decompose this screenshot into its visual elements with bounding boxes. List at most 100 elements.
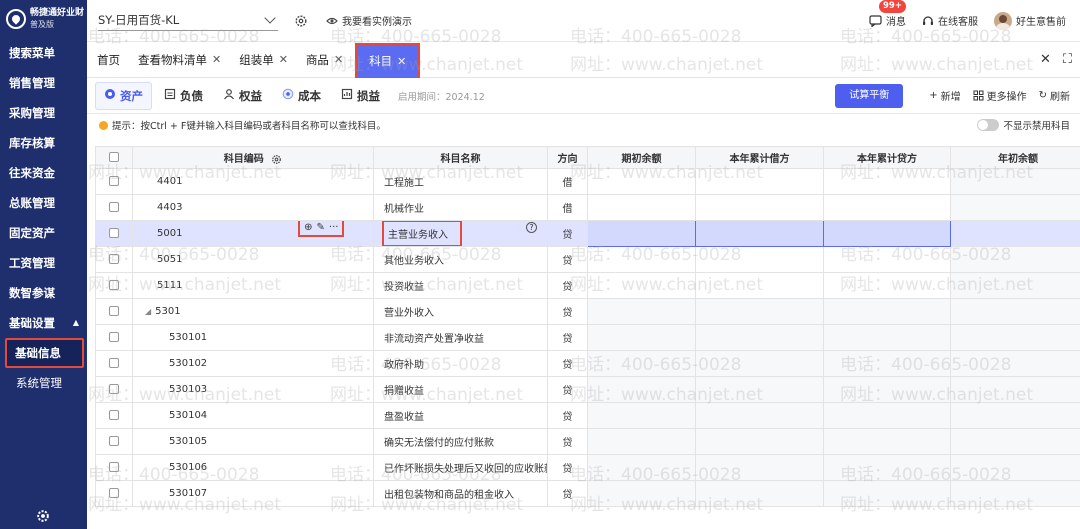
row-checkbox[interactable] bbox=[109, 202, 119, 212]
sidebar-item[interactable]: 数智参谋 bbox=[0, 278, 87, 308]
fullscreen-icon[interactable]: ⛶ bbox=[1063, 52, 1072, 67]
sidebar-item[interactable]: 销售管理 bbox=[0, 68, 87, 98]
close-icon[interactable]: ✕ bbox=[1040, 52, 1051, 67]
sidebar-subitem[interactable]: 基础信息 bbox=[5, 338, 84, 368]
table-row[interactable]: 5111 投资收益 贷 bbox=[95, 272, 1080, 299]
sidebar-subitem[interactable]: 系统管理 bbox=[0, 368, 87, 398]
name-cell[interactable]: 确实无法偿付的应付账款 bbox=[373, 428, 548, 455]
row-checkbox[interactable] bbox=[109, 410, 119, 420]
table-row[interactable]: 530105 确实无法偿付的应付账款 贷 bbox=[95, 428, 1080, 455]
table-row[interactable]: 530101 非流动资产处置净收益 贷 bbox=[95, 324, 1080, 351]
category-tab[interactable]: 成本 bbox=[274, 82, 329, 110]
page-tab[interactable]: 科目 ✕ bbox=[355, 43, 421, 79]
sidebar-item[interactable]: 基础设置 ▲ bbox=[0, 308, 87, 338]
code-cell[interactable]: 530107 bbox=[132, 480, 374, 507]
name-cell[interactable]: 已作坏账损失处理后又收回的应收账款 bbox=[373, 454, 548, 481]
messages-button[interactable]: 99+ 消息 bbox=[869, 0, 906, 28]
code-cell[interactable]: 530101 bbox=[132, 324, 374, 351]
user-menu[interactable]: 好生意售前 bbox=[994, 11, 1066, 30]
add-child-icon[interactable]: ⊕ bbox=[304, 222, 312, 233]
help-icon[interactable]: ? bbox=[526, 222, 537, 233]
name-cell[interactable]: 盘盈收益 bbox=[373, 402, 548, 429]
sidebar-item[interactable]: 总账管理 bbox=[0, 188, 87, 218]
page-tab[interactable]: 组装单 ✕ bbox=[229, 42, 296, 77]
table-row[interactable]: 530106 已作坏账损失处理后又收回的应收账款贷 bbox=[95, 454, 1080, 481]
table-row[interactable]: 530103 捐赠收益 贷 bbox=[95, 376, 1080, 403]
row-checkbox[interactable] bbox=[109, 176, 119, 186]
tab-close-icon[interactable]: ✕ bbox=[334, 53, 343, 66]
row-checkbox[interactable] bbox=[109, 254, 119, 264]
hide-disabled-toggle[interactable] bbox=[977, 119, 1000, 131]
demo-link[interactable]: 我要看实例演示 bbox=[326, 13, 412, 28]
table-row[interactable]: 5051 其他业务收入 贷 bbox=[95, 246, 1080, 273]
table-row[interactable]: 530104 盘盈收益 贷 bbox=[95, 402, 1080, 429]
name-cell[interactable]: 非流动资产处置净收益 bbox=[373, 324, 548, 351]
company-selector[interactable]: SY-日用百货-KL bbox=[98, 11, 278, 31]
code-cell[interactable]: 530104 bbox=[132, 402, 374, 429]
table-row[interactable]: 530107 出租包装物和商品的租金收入 贷 bbox=[95, 480, 1080, 507]
category-tab[interactable]: 损益 bbox=[333, 82, 388, 110]
name-cell[interactable]: 捐赠收益 bbox=[373, 376, 548, 403]
page-tab[interactable]: 商品 ✕ bbox=[296, 42, 351, 77]
row-checkbox[interactable] bbox=[109, 358, 119, 368]
table-row[interactable]: ◢ 5301 营业外收入 贷 bbox=[95, 298, 1080, 325]
sidebar-item[interactable]: 采购管理 bbox=[0, 98, 87, 128]
page-tab[interactable]: 查看物料清单 ✕ bbox=[128, 42, 229, 77]
code-cell[interactable]: 5001 ⊕ ✎ ··· bbox=[132, 220, 374, 247]
row-checkbox[interactable] bbox=[109, 384, 119, 394]
category-tab[interactable]: 负债 bbox=[156, 82, 211, 110]
code-cell[interactable]: 5051 bbox=[132, 246, 374, 273]
code-cell[interactable]: 530105 bbox=[132, 428, 374, 455]
name-cell[interactable]: 出租包装物和商品的租金收入 bbox=[373, 480, 548, 507]
name-cell[interactable]: 主营业务收入? bbox=[373, 220, 548, 247]
sidebar-item[interactable]: 库存核算 bbox=[0, 128, 87, 158]
table-row[interactable]: 4401 工程施工 借 bbox=[95, 168, 1080, 195]
row-checkbox[interactable] bbox=[109, 462, 119, 472]
name-cell[interactable]: 投资收益 bbox=[373, 272, 548, 299]
gear-icon[interactable] bbox=[294, 14, 308, 28]
trial-balance-button[interactable]: 试算平衡 bbox=[835, 83, 904, 108]
tab-close-icon[interactable]: ✕ bbox=[279, 53, 288, 66]
sidebar-item[interactable]: 工资管理 bbox=[0, 248, 87, 278]
row-checkbox[interactable] bbox=[109, 332, 119, 342]
row-checkbox[interactable] bbox=[109, 280, 119, 290]
settings-gear-icon[interactable] bbox=[36, 509, 50, 523]
code-cell[interactable]: ◢ 5301 bbox=[132, 298, 374, 325]
amount-cell[interactable] bbox=[823, 220, 951, 247]
tab-close-icon[interactable]: ✕ bbox=[212, 53, 221, 66]
name-cell[interactable]: 机械作业 bbox=[373, 194, 548, 221]
sidebar-item[interactable]: 往来资金 bbox=[0, 158, 87, 188]
sidebar-item[interactable]: 固定资产 bbox=[0, 218, 87, 248]
edit-icon[interactable]: ✎ bbox=[317, 222, 325, 233]
online-service-button[interactable]: 在线客服 bbox=[922, 13, 978, 28]
sidebar-item[interactable]: 搜索菜单 bbox=[0, 38, 87, 68]
row-checkbox[interactable] bbox=[109, 488, 119, 498]
page-tab[interactable]: 首页 bbox=[87, 42, 128, 77]
name-cell[interactable]: 工程施工 bbox=[373, 168, 548, 195]
collapse-triangle-icon[interactable]: ◢ bbox=[145, 307, 151, 316]
name-cell[interactable]: 其他业务收入 bbox=[373, 246, 548, 273]
add-button[interactable]: + 新增 bbox=[929, 88, 960, 103]
code-cell[interactable]: 4401 bbox=[132, 168, 374, 195]
code-cell[interactable]: 530106 bbox=[132, 454, 374, 481]
code-cell[interactable]: 4403 bbox=[132, 194, 374, 221]
column-settings-gear-icon[interactable] bbox=[271, 154, 282, 165]
row-checkbox[interactable] bbox=[109, 228, 119, 238]
code-cell[interactable]: 530103 bbox=[132, 376, 374, 403]
app-logo[interactable]: 畅捷通好业财 普及版 bbox=[0, 0, 87, 38]
name-cell[interactable]: 政府补助 bbox=[373, 350, 548, 377]
table-row[interactable]: 530102 政府补助 贷 bbox=[95, 350, 1080, 377]
name-cell[interactable]: 营业外收入 bbox=[373, 298, 548, 325]
refresh-button[interactable]: ↻ 刷新 bbox=[1039, 88, 1070, 103]
code-cell[interactable]: 530102 bbox=[132, 350, 374, 377]
category-tab[interactable]: 资产 bbox=[95, 81, 152, 110]
row-checkbox[interactable] bbox=[109, 306, 119, 316]
code-cell[interactable]: 5111 bbox=[132, 272, 374, 299]
select-all-checkbox[interactable] bbox=[109, 152, 119, 162]
table-row[interactable]: 4403 机械作业 借 bbox=[95, 194, 1080, 221]
tab-close-icon[interactable]: ✕ bbox=[397, 55, 406, 68]
row-checkbox[interactable] bbox=[109, 436, 119, 446]
category-tab[interactable]: 权益 bbox=[215, 82, 270, 110]
more-actions-button[interactable]: 更多操作 bbox=[973, 88, 1027, 103]
amount-cell[interactable] bbox=[587, 220, 696, 247]
